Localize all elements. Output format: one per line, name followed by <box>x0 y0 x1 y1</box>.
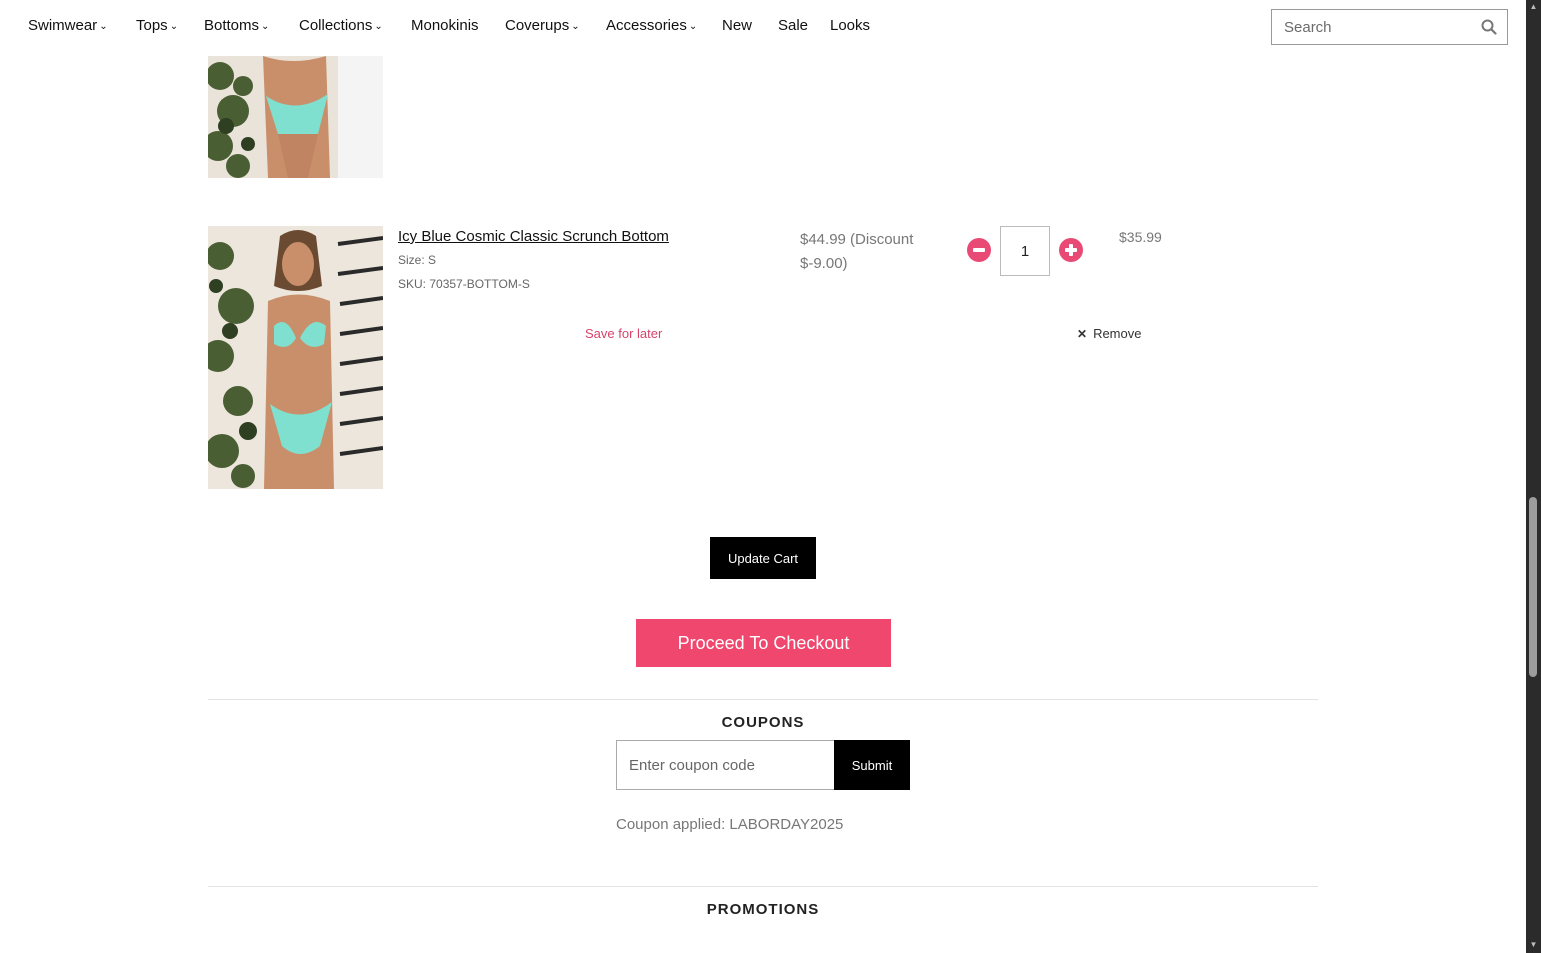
update-cart-button[interactable]: Update Cart <box>710 537 816 579</box>
coupons-heading: COUPONS <box>721 714 805 731</box>
top-navigation: Swimwear ⌄ Tops ⌄ Bottoms ⌄ Collections ⌄ Mo… <box>0 0 1526 56</box>
remove-item-button[interactable]: ✕ Remove <box>1077 326 1141 341</box>
product-size: Size: S <box>398 253 437 267</box>
increase-quantity-button[interactable] <box>1059 238 1083 262</box>
chevron-down-icon: ⌄ <box>688 21 698 32</box>
nav-item-collections[interactable]: Collections ⌄ <box>299 17 383 34</box>
vertical-scrollbar[interactable]: ▲ ▼ <box>1526 0 1541 953</box>
product-image[interactable] <box>208 226 383 489</box>
nav-item-coverups[interactable]: Coverups ⌄ <box>505 17 580 34</box>
nav-item-sale[interactable]: Sale <box>778 17 808 34</box>
nav-item-tops[interactable]: Tops ⌄ <box>136 17 178 34</box>
nav-item-looks[interactable]: Looks <box>830 17 870 34</box>
nav-item-bottoms[interactable]: Bottoms ⌄ <box>204 17 269 34</box>
coupon-submit-button[interactable]: Submit <box>834 740 910 790</box>
line-total: $35.99 <box>1119 229 1162 245</box>
search-icon[interactable] <box>1481 19 1497 35</box>
promotions-heading: PROMOTIONS <box>706 901 820 918</box>
product-sku: SKU: 70357-BOTTOM-S <box>398 277 530 291</box>
decrease-quantity-button[interactable] <box>967 238 991 262</box>
coupon-applied-message: Coupon applied: LABORDAY2025 <box>616 816 844 833</box>
product-name-link[interactable]: Icy Blue Cosmic Classic Scrunch Bottom <box>398 228 669 245</box>
chevron-down-icon: ⌄ <box>99 21 108 32</box>
quantity-input[interactable] <box>1000 226 1050 276</box>
divider <box>208 699 1318 700</box>
scroll-down-icon[interactable]: ▼ <box>1526 940 1541 949</box>
unit-price: $44.99 (Discount $-9.00) <box>800 231 914 272</box>
proceed-to-checkout-button[interactable]: Proceed To Checkout <box>636 619 891 667</box>
chevron-down-icon: ⌄ <box>374 21 383 32</box>
minus-icon <box>973 248 985 252</box>
chevron-down-icon: ⌄ <box>571 21 580 32</box>
nav-item-accessories[interactable]: Accessories ⌄ <box>606 17 697 34</box>
chevron-down-icon: ⌄ <box>261 21 270 32</box>
scroll-up-icon[interactable]: ▲ <box>1526 2 1541 11</box>
divider <box>208 886 1318 887</box>
nav-item-monokinis[interactable]: Monokinis <box>411 17 479 34</box>
save-for-later-link[interactable]: Save for later <box>585 326 662 341</box>
product-image-previous[interactable] <box>208 56 383 178</box>
close-icon: ✕ <box>1077 327 1088 341</box>
coupon-code-input[interactable] <box>616 740 835 790</box>
search-input[interactable] <box>1284 10 1474 44</box>
nav-item-swimwear[interactable]: Swimwear ⌄ <box>28 17 108 34</box>
search-box <box>1271 9 1508 45</box>
plus-icon <box>1065 244 1077 256</box>
nav-item-new[interactable]: New <box>722 17 752 34</box>
chevron-down-icon: ⌄ <box>169 21 179 32</box>
scrollbar-thumb[interactable] <box>1529 497 1537 677</box>
